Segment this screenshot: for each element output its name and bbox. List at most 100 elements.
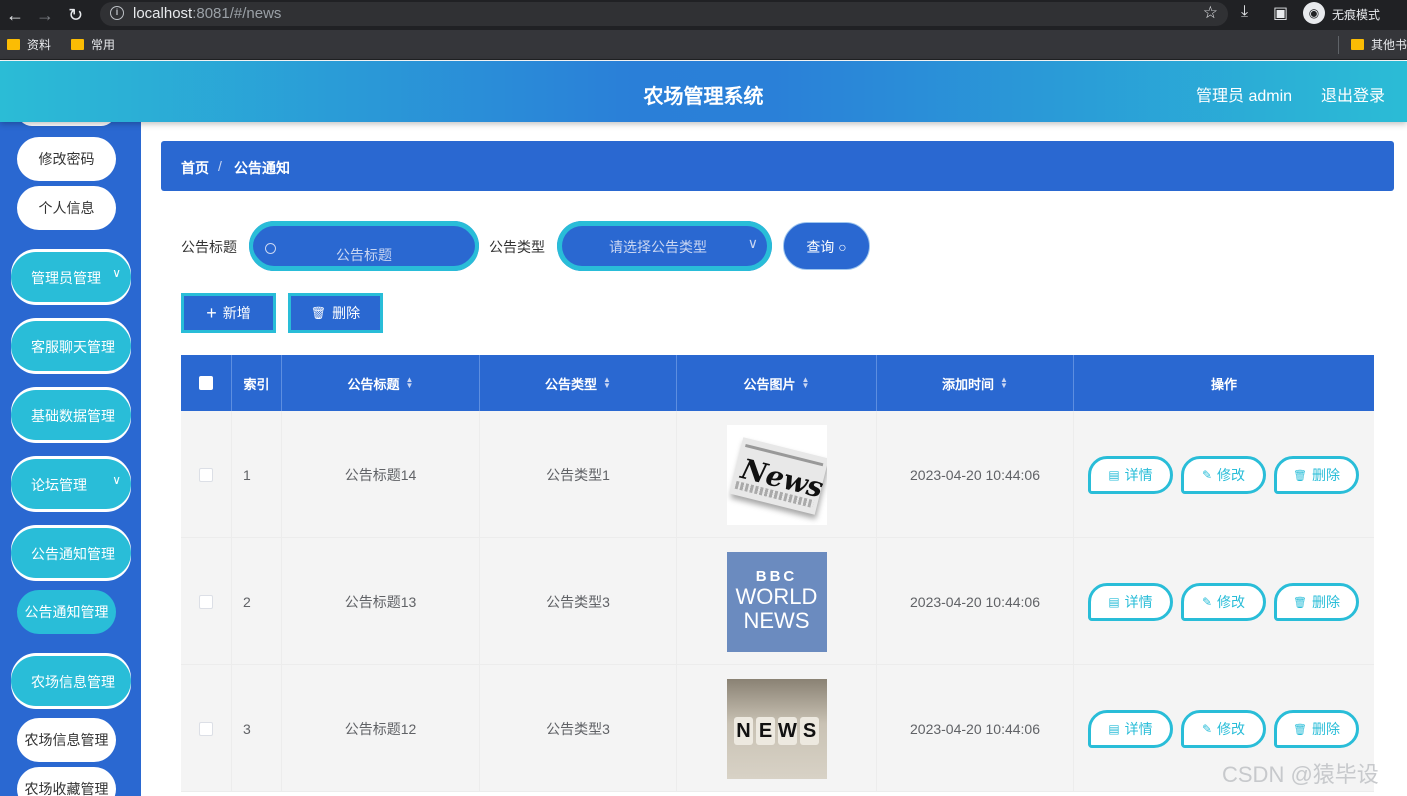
trash-icon: 🗑: [310, 306, 327, 320]
folder-icon: [1351, 39, 1364, 50]
chevron-down-icon: ∨: [747, 235, 758, 251]
image-text: WORLD: [735, 583, 818, 609]
sidebar-item-farm-favorites[interactable]: 农场收藏管理: [17, 767, 116, 796]
sidebar-menu-farm[interactable]: 农场信息管理: [11, 656, 131, 706]
table-row: 3 公告标题12 公告类型3 N E W S 2023-04-20 10:44:…: [181, 665, 1374, 792]
sort-icon[interactable]: ▲ ▼: [1000, 376, 1008, 390]
edit-icon: ✎: [1201, 595, 1213, 609]
edit-icon: ✎: [1201, 722, 1213, 736]
checkbox[interactable]: [199, 467, 213, 482]
notice-image-bbc[interactable]: BBC WORLD NEWS: [726, 551, 827, 652]
menu-label: 客服聊天管理: [31, 339, 115, 355]
table-row: 1 公告标题14 公告类型1 News 2023-04-20 10:44:06 …: [181, 411, 1374, 538]
edit-button[interactable]: ✎ 修改: [1181, 456, 1266, 494]
info-icon[interactable]: i: [110, 6, 124, 20]
sort-icon[interactable]: ▲ ▼: [603, 376, 611, 390]
title-search-input[interactable]: 公告标题: [249, 221, 479, 271]
delete-button[interactable]: 🗑 删除: [1274, 456, 1359, 494]
cell-type: 公告类型3: [480, 538, 677, 665]
header-index: 索引: [232, 355, 282, 411]
sidebar-menu-chat[interactable]: 客服聊天管理: [11, 321, 131, 371]
plus-icon: +: [206, 302, 217, 323]
edit-button[interactable]: ✎ 修改: [1181, 710, 1266, 748]
breadcrumb-separator: /: [218, 158, 222, 174]
type-select[interactable]: 请选择公告类型 ∨: [557, 221, 772, 271]
reload-icon[interactable]: ↻: [68, 4, 83, 26]
header-ops: 操作: [1210, 376, 1237, 392]
checkbox[interactable]: [199, 594, 213, 609]
table-header: 索引 公告标题 ▲ ▼ 公告类型 ▲ ▼ 公告图片 ▲ ▼ 添加时间 ▲ ▼ 操作: [181, 355, 1374, 411]
forward-icon[interactable]: →: [36, 4, 54, 26]
sidebar-menu-forum[interactable]: 论坛管理 ∨: [11, 459, 131, 509]
edit-icon: ✎: [1201, 468, 1213, 482]
sidebar-item-notice-manage[interactable]: 公告通知管理: [17, 590, 116, 634]
row-select[interactable]: [181, 538, 232, 665]
row-select[interactable]: [181, 411, 232, 538]
side-panel-icon[interactable]: ▣: [1273, 3, 1288, 23]
sidebar-item-farm-info[interactable]: 农场信息管理: [17, 718, 116, 762]
logout-link[interactable]: 退出登录: [1321, 82, 1385, 106]
header-type[interactable]: 公告类型 ▲ ▼: [480, 355, 677, 411]
trash-icon: 🗑: [1293, 723, 1307, 736]
sidebar-menu-admin[interactable]: 管理员管理 ∨: [11, 252, 131, 302]
trash-icon: 🗑: [1293, 469, 1307, 482]
image-text: BBC: [755, 567, 798, 585]
delete-button[interactable]: 🗑 删除: [1274, 710, 1359, 748]
sidebar-item-cutoff[interactable]: [17, 122, 116, 126]
bookmark-folder[interactable]: 资料: [7, 36, 51, 53]
sidebar-item-change-password[interactable]: 修改密码: [17, 137, 116, 181]
header-title[interactable]: 公告标题 ▲ ▼: [282, 355, 480, 411]
incognito-icon[interactable]: ◉: [1303, 2, 1325, 24]
cell-image: News: [677, 411, 877, 538]
menu-label: 管理员管理: [31, 270, 101, 286]
detail-button[interactable]: ▤ 详情: [1088, 583, 1173, 621]
incognito-label: 无痕模式: [1332, 8, 1381, 22]
edit-button[interactable]: ✎ 修改: [1181, 583, 1266, 621]
url-text: localhost:8081/#/news: [133, 5, 282, 22]
cell-title: 公告标题14: [282, 411, 480, 538]
cell-type: 公告类型1: [480, 411, 677, 538]
header-select-all[interactable]: [181, 355, 232, 411]
cell-index: 3: [232, 665, 282, 792]
cell-title: 公告标题12: [282, 665, 480, 792]
document-icon: ▤: [1108, 595, 1120, 609]
trash-icon: 🗑: [1293, 596, 1307, 609]
sidebar-menu-basedata[interactable]: 基础数据管理: [11, 390, 131, 440]
row-select[interactable]: [181, 665, 232, 792]
checkbox[interactable]: [199, 721, 213, 736]
bookmark-folder-other[interactable]: 其他书: [1351, 36, 1407, 53]
watermark: CSDN @猿毕设: [1222, 762, 1379, 787]
sidebar-menu-notice[interactable]: 公告通知管理: [11, 528, 131, 578]
bookmark-star-icon[interactable]: ☆: [1203, 3, 1218, 23]
query-button[interactable]: 查询 ○: [783, 222, 870, 270]
title-filter-label: 公告标题: [181, 239, 237, 255]
sort-icon[interactable]: ▲ ▼: [802, 376, 810, 390]
cell-ops: ▤ 详情 ✎ 修改 🗑 删除: [1074, 538, 1374, 665]
header-image[interactable]: 公告图片 ▲ ▼: [677, 355, 877, 411]
delete-button[interactable]: 🗑 删除: [1274, 583, 1359, 621]
chevron-down-icon: ∨: [112, 266, 121, 280]
notice-image-newspaper[interactable]: News: [726, 424, 827, 525]
cell-index: 1: [232, 411, 282, 538]
address-bar[interactable]: i localhost:8081/#/news ☆: [100, 2, 1228, 26]
notice-image-blocks[interactable]: N E W S: [726, 678, 827, 779]
breadcrumb: 首页 / 公告通知: [161, 141, 1394, 191]
detail-button[interactable]: ▤ 详情: [1088, 456, 1173, 494]
cell-image: N E W S: [677, 665, 877, 792]
detail-button[interactable]: ▤ 详情: [1088, 710, 1173, 748]
back-icon[interactable]: ←: [6, 4, 24, 26]
folder-icon: [71, 39, 84, 50]
download-icon[interactable]: ⤓: [1241, 3, 1248, 21]
bookmarks-bar: 资料 常用 其他书: [0, 30, 1407, 60]
image-text: NEWS: [743, 607, 810, 633]
batch-delete-button[interactable]: 🗑 删除: [288, 293, 383, 333]
header-time[interactable]: 添加时间 ▲ ▼: [877, 355, 1074, 411]
cell-time: 2023-04-20 10:44:06: [877, 411, 1074, 538]
checkbox[interactable]: [199, 376, 213, 390]
sort-icon[interactable]: ▲ ▼: [406, 376, 414, 390]
image-text: N E W S: [727, 716, 827, 745]
bookmark-folder[interactable]: 常用: [71, 36, 115, 53]
sidebar-item-profile[interactable]: 个人信息: [17, 186, 116, 230]
breadcrumb-home[interactable]: 首页: [181, 158, 209, 178]
add-button[interactable]: + 新增: [181, 293, 276, 333]
